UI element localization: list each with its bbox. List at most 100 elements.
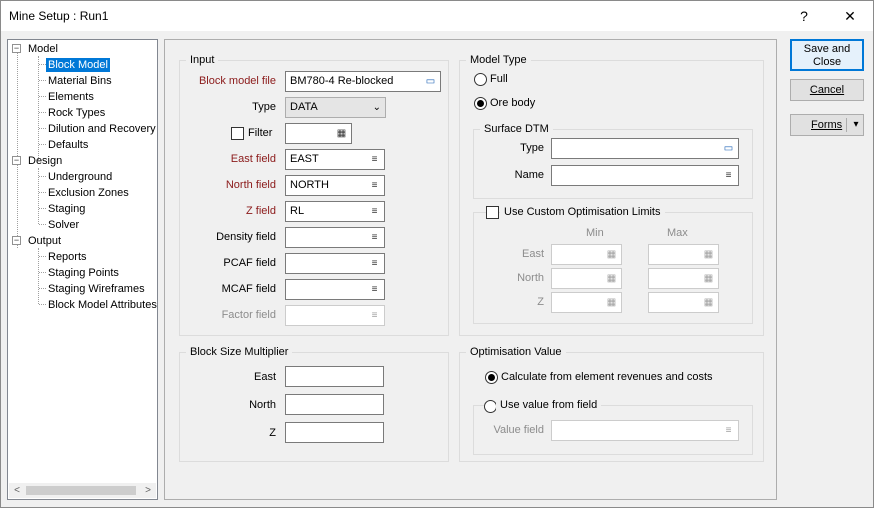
pcaf-field-input[interactable]: ≡ <box>285 253 385 274</box>
density-field-input[interactable]: ≡ <box>285 227 385 248</box>
list-icon[interactable]: ≡ <box>368 231 381 244</box>
chevron-down-icon: ⌄ <box>372 102 381 113</box>
calculate-from-element-radio[interactable] <box>485 371 498 384</box>
forms-button[interactable]: Forms ▾ <box>790 114 864 136</box>
mine-setup-window: Mine Setup : Run1 ? ✕ − Model Block Mode… <box>0 0 874 508</box>
list-icon[interactable]: ≡ <box>368 205 381 218</box>
help-icon[interactable]: ? <box>781 1 827 31</box>
block-size-north-label: North <box>249 399 276 411</box>
tree-item-material-bins[interactable]: Material Bins <box>48 74 112 88</box>
filter-checkbox[interactable] <box>231 127 244 140</box>
save-and-close-button[interactable]: Save and Close <box>790 39 864 71</box>
list-icon[interactable]: ≡ <box>368 283 381 296</box>
block-model-file-field[interactable]: BM780-4 Re-blocked ▭ <box>285 71 441 92</box>
list-icon[interactable]: ≡ <box>368 179 381 192</box>
optimisation-value-title: Optimisation Value <box>466 346 566 358</box>
north-field-label: North field <box>225 179 276 191</box>
scroll-right-icon[interactable]: > <box>140 483 156 498</box>
full-label: Full <box>490 73 508 85</box>
tree-item-defaults[interactable]: Defaults <box>48 138 88 152</box>
block-model-file-label: Block model file <box>198 75 276 87</box>
calculator-icon: ▦ <box>606 249 617 260</box>
tree-horizontal-scrollbar[interactable]: < > <box>9 483 156 498</box>
close-icon[interactable]: ✕ <box>827 1 873 31</box>
tree-item-staging[interactable]: Staging <box>48 202 85 216</box>
surface-dtm-group: Surface DTM Type ▭ Name ≡ <box>473 123 753 199</box>
limits-north-max-field: ▦ <box>648 268 719 289</box>
z-field-label: Z field <box>246 205 276 217</box>
block-size-east-input[interactable] <box>285 366 384 387</box>
factor-field-label: Factor field <box>221 309 276 321</box>
calculator-icon: ▦ <box>606 273 617 284</box>
block-size-multiplier-group: Block Size Multiplier East North Z <box>179 346 449 462</box>
limits-north-min-field: ▦ <box>551 268 622 289</box>
browse-icon[interactable]: ▭ <box>722 142 735 155</box>
tree-item-staging-points[interactable]: Staging Points <box>48 266 119 280</box>
input-group-title: Input <box>186 54 219 66</box>
tree-item-staging-wireframes[interactable]: Staging Wireframes <box>48 282 145 296</box>
tree-item-dilution-and-recovery[interactable]: Dilution and Recovery <box>48 122 156 136</box>
east-field-input[interactable]: EAST ≡ <box>285 149 385 170</box>
block-size-north-input[interactable] <box>285 394 384 415</box>
tree-item-model[interactable]: Model <box>28 42 58 56</box>
scroll-left-icon[interactable]: < <box>9 483 25 498</box>
calculator-icon: ▦ <box>606 297 617 308</box>
filter-editor-icon[interactable]: ▦ <box>335 127 348 140</box>
calculator-icon: ▦ <box>703 273 714 284</box>
block-size-z-label: Z <box>269 427 276 439</box>
tree-item-underground[interactable]: Underground <box>48 170 112 184</box>
pcaf-field-label: PCAF field <box>223 257 276 269</box>
list-icon[interactable]: ≡ <box>368 153 381 166</box>
density-field-label: Density field <box>216 231 276 243</box>
list-icon[interactable]: ≡ <box>722 169 735 182</box>
list-icon[interactable]: ≡ <box>368 257 381 270</box>
type-dropdown[interactable]: DATA ⌄ <box>285 97 386 118</box>
block-size-z-input[interactable] <box>285 422 384 443</box>
settings-panel: Input Block model file BM780-4 Re-blocke… <box>164 39 777 500</box>
calculator-icon: ▦ <box>703 297 714 308</box>
calculate-from-element-label: Calculate from element revenues and cost… <box>501 371 713 383</box>
design-expander-icon[interactable]: − <box>12 156 21 165</box>
window-title: Mine Setup : Run1 <box>9 9 109 23</box>
scrollbar-thumb[interactable] <box>26 486 136 495</box>
title-bar: Mine Setup : Run1 ? ✕ <box>1 1 873 31</box>
tree-item-solver[interactable]: Solver <box>48 218 79 232</box>
custom-limits-group: Use Custom Optimisation Limits Min Max E… <box>473 206 753 324</box>
dtm-type-field[interactable]: ▭ <box>551 138 739 159</box>
browse-icon[interactable]: ▭ <box>424 75 437 88</box>
output-expander-icon[interactable]: − <box>12 236 21 245</box>
mcaf-field-label: MCAF field <box>221 283 276 295</box>
custom-limits-label: Use Custom Optimisation Limits <box>500 206 665 218</box>
use-value-from-field-label: Use value from field <box>496 399 602 411</box>
dtm-name-field[interactable]: ≡ <box>551 165 739 186</box>
model-type-group: Model Type Full Ore body Surface DTM Typ… <box>459 54 764 336</box>
mcaf-field-input[interactable]: ≡ <box>285 279 385 300</box>
z-field-input[interactable]: RL ≡ <box>285 201 385 222</box>
custom-limits-checkbox[interactable] <box>486 206 499 219</box>
limits-east-max-field: ▦ <box>648 244 719 265</box>
value-field-input: ≡ <box>551 420 739 441</box>
input-group: Input Block model file BM780-4 Re-blocke… <box>179 54 449 336</box>
model-expander-icon[interactable]: − <box>12 44 21 53</box>
tree-item-rock-types[interactable]: Rock Types <box>48 106 105 120</box>
tree-item-block-model[interactable]: Block Model <box>46 58 110 72</box>
type-label: Type <box>252 101 276 113</box>
north-field-input[interactable]: NORTH ≡ <box>285 175 385 196</box>
filter-label: Filter <box>248 127 273 139</box>
tree-item-block-model-attributes[interactable]: Block Model Attributes <box>48 298 157 312</box>
tree-item-reports[interactable]: Reports <box>48 250 87 264</box>
list-icon: ≡ <box>371 310 378 321</box>
ore-body-radio[interactable] <box>474 97 487 110</box>
calculator-icon: ▦ <box>703 249 714 260</box>
limits-east-min-field: ▦ <box>551 244 622 265</box>
full-radio[interactable] <box>474 73 487 86</box>
tree-item-design[interactable]: Design <box>28 154 62 168</box>
cancel-button[interactable]: Cancel <box>790 79 864 101</box>
tree-item-elements[interactable]: Elements <box>48 90 94 104</box>
forms-label: Forms <box>811 119 843 131</box>
filter-field[interactable]: ▦ <box>285 123 352 144</box>
forms-dropdown-icon[interactable]: ▾ <box>849 115 863 135</box>
tree-item-exclusion-zones[interactable]: Exclusion Zones <box>48 186 129 200</box>
tree-item-output[interactable]: Output <box>28 234 61 248</box>
limits-z-max-field: ▦ <box>648 292 719 313</box>
